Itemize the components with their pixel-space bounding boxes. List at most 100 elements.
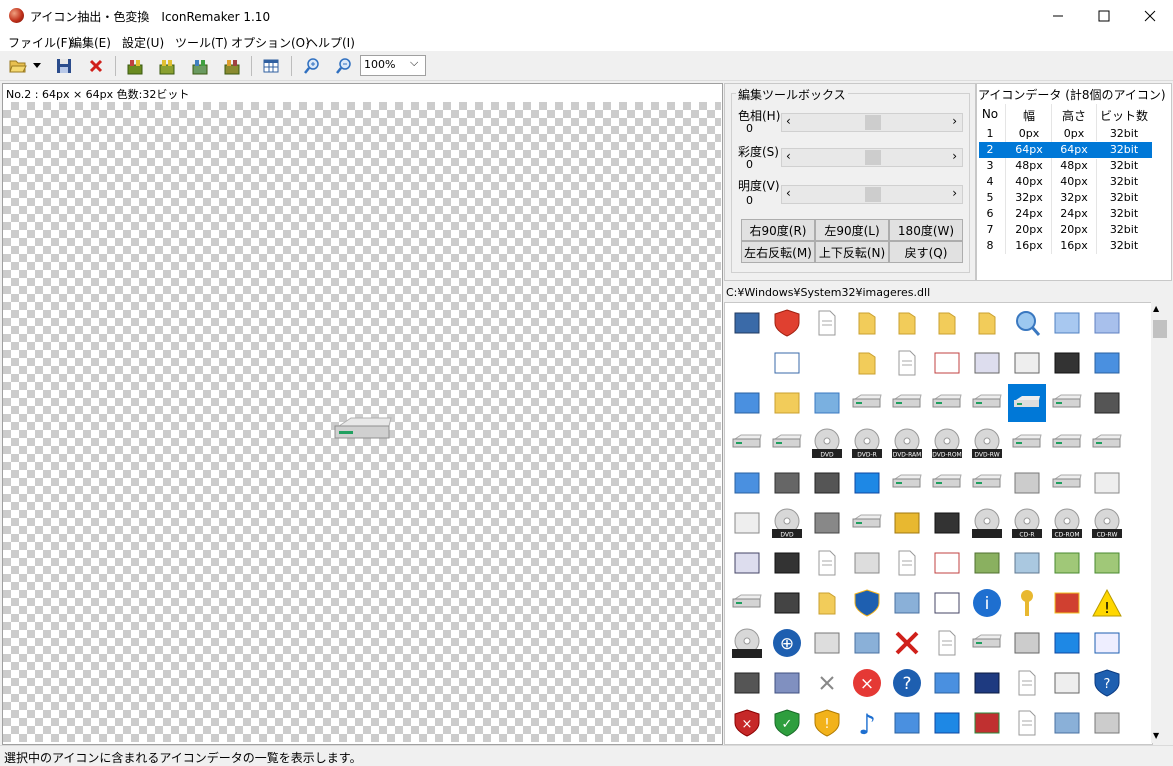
dll-icon[interactable]	[1048, 544, 1086, 582]
zoom-out-button[interactable]	[333, 55, 355, 77]
dll-icon[interactable]	[1008, 424, 1046, 462]
grid-button[interactable]	[260, 55, 282, 77]
dll-icon[interactable]	[808, 624, 846, 662]
table-row[interactable]: 4 40px 40px 32bit	[979, 174, 1152, 190]
dll-icon[interactable]	[888, 384, 926, 422]
column-header-height[interactable]: 高さ	[1053, 107, 1095, 124]
dll-icon[interactable]	[768, 584, 806, 622]
dll-icon[interactable]	[848, 624, 886, 662]
dll-icon[interactable]	[1048, 704, 1086, 742]
dll-icon[interactable]	[1088, 344, 1126, 382]
rotate-right-button[interactable]: 右90度(R)	[741, 219, 815, 241]
column-header-width[interactable]: 幅	[1008, 107, 1050, 124]
menu-help[interactable]: ヘルプ(I)	[306, 34, 355, 51]
dll-icon[interactable]	[1048, 384, 1086, 422]
dll-icon[interactable]	[968, 704, 1006, 742]
close-button[interactable]	[1127, 0, 1173, 31]
dll-icon[interactable]	[888, 464, 926, 502]
dll-icon[interactable]: CD-RW	[1088, 504, 1126, 542]
dll-icon[interactable]	[728, 584, 766, 622]
dll-icon[interactable]	[1088, 384, 1126, 422]
dll-icon[interactable]: CD-R	[1008, 504, 1046, 542]
slider-thumb[interactable]	[865, 115, 881, 130]
dll-icon[interactable]	[968, 464, 1006, 502]
saturation-slider[interactable]: ‹ ›	[781, 148, 963, 167]
dll-icon[interactable]: DVD-RW	[968, 424, 1006, 462]
dll-icon[interactable]	[768, 344, 806, 382]
dll-icon[interactable]	[768, 544, 806, 582]
column-header-bits[interactable]: ビット数	[1098, 107, 1150, 124]
dll-icon[interactable]	[1088, 704, 1126, 742]
scroll-down-icon[interactable]: ▼	[1153, 731, 1159, 740]
dll-icon[interactable]	[808, 544, 846, 582]
dll-icon[interactable]	[768, 304, 806, 342]
dll-icon[interactable]	[888, 504, 926, 542]
table-row[interactable]: 3 48px 48px 32bit	[979, 158, 1152, 174]
dll-icon[interactable]	[1048, 424, 1086, 462]
dll-icon[interactable]	[848, 304, 886, 342]
menu-options[interactable]: オプション(O)	[231, 34, 310, 51]
dll-icon[interactable]	[848, 584, 886, 622]
dll-icon[interactable]	[928, 304, 966, 342]
open-dropdown-button[interactable]	[30, 55, 44, 77]
dll-icon[interactable]	[1088, 624, 1126, 662]
vertical-scrollbar[interactable]	[1151, 302, 1169, 743]
dll-icon[interactable]	[888, 704, 926, 742]
dll-icon[interactable]	[888, 624, 926, 662]
dll-icon[interactable]	[888, 304, 926, 342]
dll-icon[interactable]	[1008, 344, 1046, 382]
dll-icon[interactable]: ♪	[848, 704, 886, 742]
dll-icon[interactable]	[728, 304, 766, 342]
dll-icon[interactable]	[1008, 544, 1046, 582]
dll-icon[interactable]	[1088, 424, 1126, 462]
dll-icon[interactable]	[928, 584, 966, 622]
dll-icon[interactable]	[848, 544, 886, 582]
column-header-no[interactable]: No	[979, 107, 1001, 121]
dll-icon[interactable]	[1008, 584, 1046, 622]
table-row[interactable]: 5 32px 32px 32bit	[979, 190, 1152, 206]
table-row[interactable]: 2 64px 64px 32bit	[978, 141, 1153, 159]
dll-icon[interactable]	[928, 624, 966, 662]
dll-icon[interactable]	[848, 344, 886, 382]
dll-icon[interactable]	[728, 384, 766, 422]
menu-tools[interactable]: ツール(T)	[175, 34, 228, 51]
dll-icon[interactable]: ⊕	[768, 624, 806, 662]
scroll-up-icon[interactable]: ▲	[1153, 304, 1159, 313]
dll-icon[interactable]: ×	[848, 664, 886, 702]
dll-icon[interactable]	[968, 384, 1006, 422]
dll-icon[interactable]	[928, 504, 966, 542]
dll-icon[interactable]	[1088, 304, 1126, 342]
dll-icon[interactable]	[808, 464, 846, 502]
dll-icon[interactable]	[808, 504, 846, 542]
dll-icon[interactable]: DVD	[768, 504, 806, 542]
delete-button[interactable]	[85, 55, 107, 77]
dll-icon[interactable]	[808, 384, 846, 422]
dll-icon[interactable]: !	[1088, 584, 1126, 622]
dll-icon[interactable]	[968, 624, 1006, 662]
dll-icon[interactable]	[728, 464, 766, 502]
brightness-slider[interactable]: ‹ ›	[781, 185, 963, 204]
dll-icon[interactable]	[968, 544, 1006, 582]
dll-icon[interactable]	[1048, 464, 1086, 502]
dll-icon[interactable]	[968, 504, 1006, 542]
dll-icon[interactable]	[1008, 304, 1046, 342]
dll-icon[interactable]	[1048, 624, 1086, 662]
dll-icon[interactable]	[928, 464, 966, 502]
dll-icon[interactable]	[1088, 464, 1126, 502]
dll-icon[interactable]	[888, 344, 926, 382]
dll-icon[interactable]	[808, 664, 846, 702]
flip-vertical-button[interactable]: 上下反転(N)	[815, 241, 889, 263]
dll-icon[interactable]	[928, 544, 966, 582]
revert-button[interactable]: 戻す(Q)	[889, 241, 963, 263]
minimize-button[interactable]	[1035, 0, 1081, 31]
dll-icon[interactable]	[728, 544, 766, 582]
rotate-left-button[interactable]: 左90度(L)	[815, 219, 889, 241]
dll-icon[interactable]: !	[808, 704, 846, 742]
extract-button-4[interactable]	[221, 55, 243, 77]
dll-icon[interactable]	[848, 504, 886, 542]
dll-icon[interactable]	[1048, 344, 1086, 382]
zoom-in-button[interactable]	[301, 55, 323, 77]
dll-icon[interactable]	[768, 424, 806, 462]
scrollbar-thumb[interactable]	[1153, 320, 1167, 338]
dll-icon[interactable]: DVD-RAM	[888, 424, 926, 462]
